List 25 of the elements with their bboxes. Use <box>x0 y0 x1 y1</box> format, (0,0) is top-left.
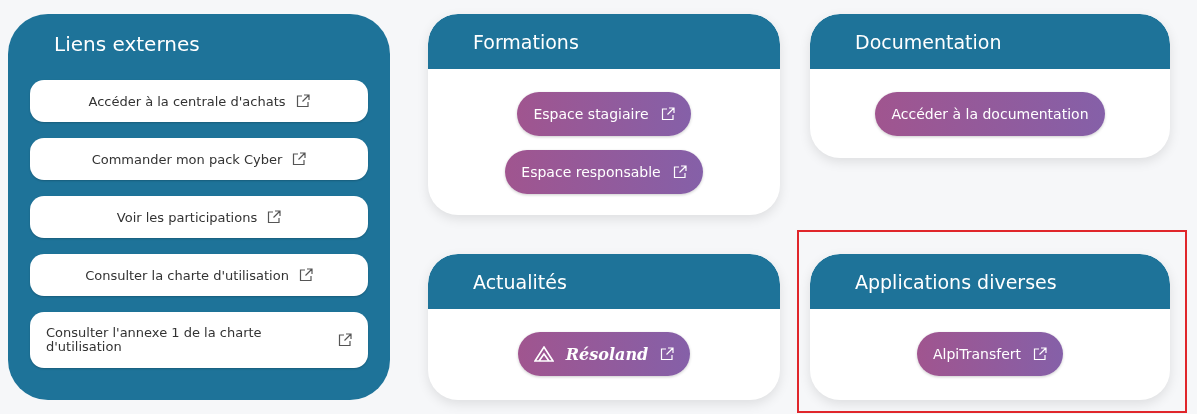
card-title: Actualités <box>473 270 567 293</box>
external-link-icon <box>660 347 675 361</box>
external-link-icon <box>660 107 675 121</box>
mountain-logo-icon <box>533 346 554 362</box>
card-title: Formations <box>473 30 579 53</box>
external-link[interactable]: Consulter la charte d'utilisation <box>30 254 368 296</box>
link-button[interactable]: Espace stagiaire <box>517 92 691 136</box>
external-link[interactable]: Accéder à la centrale d'achats <box>30 80 368 122</box>
link-button[interactable]: Espace responsable <box>505 150 703 194</box>
external-link-icon <box>267 210 282 224</box>
external-link-icon <box>672 165 687 179</box>
external-link[interactable]: Commander mon pack Cyber <box>30 138 368 180</box>
card-title: Documentation <box>855 30 1002 53</box>
external-link-icon <box>1033 347 1047 361</box>
external-link[interactable]: Voir les participations <box>30 196 368 238</box>
card-title: Applications diverses <box>855 270 1057 293</box>
external-link-icon <box>292 152 307 166</box>
external-link-icon <box>338 333 352 347</box>
panel-title: Liens externes <box>53 32 201 56</box>
external-link-icon <box>298 268 313 282</box>
external-link-icon <box>295 94 310 108</box>
link-button[interactable]: Accéder à la documentation <box>875 92 1105 136</box>
link-button[interactable]: AlpiTransfert <box>917 332 1063 376</box>
link-button[interactable]: Résoland <box>517 332 691 376</box>
external-link[interactable]: Consulter l'annexe 1 de la charte d'utilisation <box>30 312 368 368</box>
